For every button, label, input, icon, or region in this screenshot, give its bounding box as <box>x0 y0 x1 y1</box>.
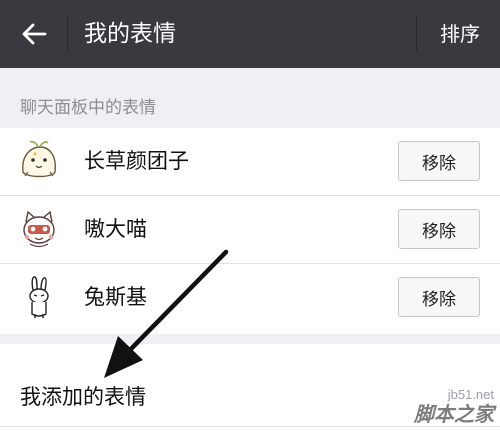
header-divider <box>67 16 68 52</box>
list-item: 长草颜团子 移除 <box>0 128 500 196</box>
cat-sticker-icon <box>16 206 62 252</box>
watermark: jb51.net 脚本之家 <box>414 387 494 426</box>
remove-button[interactable]: 移除 <box>398 209 480 249</box>
watermark-brand: 脚本之家 <box>414 402 494 426</box>
header-divider <box>416 16 417 52</box>
bun-sticker-icon <box>16 138 62 184</box>
remove-button[interactable]: 移除 <box>398 141 480 181</box>
remove-button[interactable]: 移除 <box>398 277 480 317</box>
sort-button[interactable]: 排序 <box>440 18 480 50</box>
watermark-domain: jb51.net <box>447 387 494 402</box>
panel-sticker-list: 长草颜团子 移除 嗷大喵 移除 兔斯基 移除 <box>0 128 500 334</box>
back-button[interactable] <box>12 14 54 54</box>
panel-stickers-section-label: 聊天面板中的表情 <box>20 98 156 118</box>
sticker-name: 兔斯基 <box>84 285 147 309</box>
divider <box>0 426 500 427</box>
page-title: 我的表情 <box>84 21 176 47</box>
list-item: 兔斯基 移除 <box>0 264 500 334</box>
top-navigation-bar: 我的表情 排序 <box>0 0 500 68</box>
list-item: 嗷大喵 移除 <box>0 196 500 264</box>
sticker-name: 长草颜团子 <box>84 149 189 173</box>
added-stickers-section-label: 我添加的表情 <box>20 385 146 409</box>
rabbit-sticker-icon <box>16 274 62 320</box>
arrow-left-icon <box>22 23 47 45</box>
sticker-name: 嗷大喵 <box>84 217 147 241</box>
